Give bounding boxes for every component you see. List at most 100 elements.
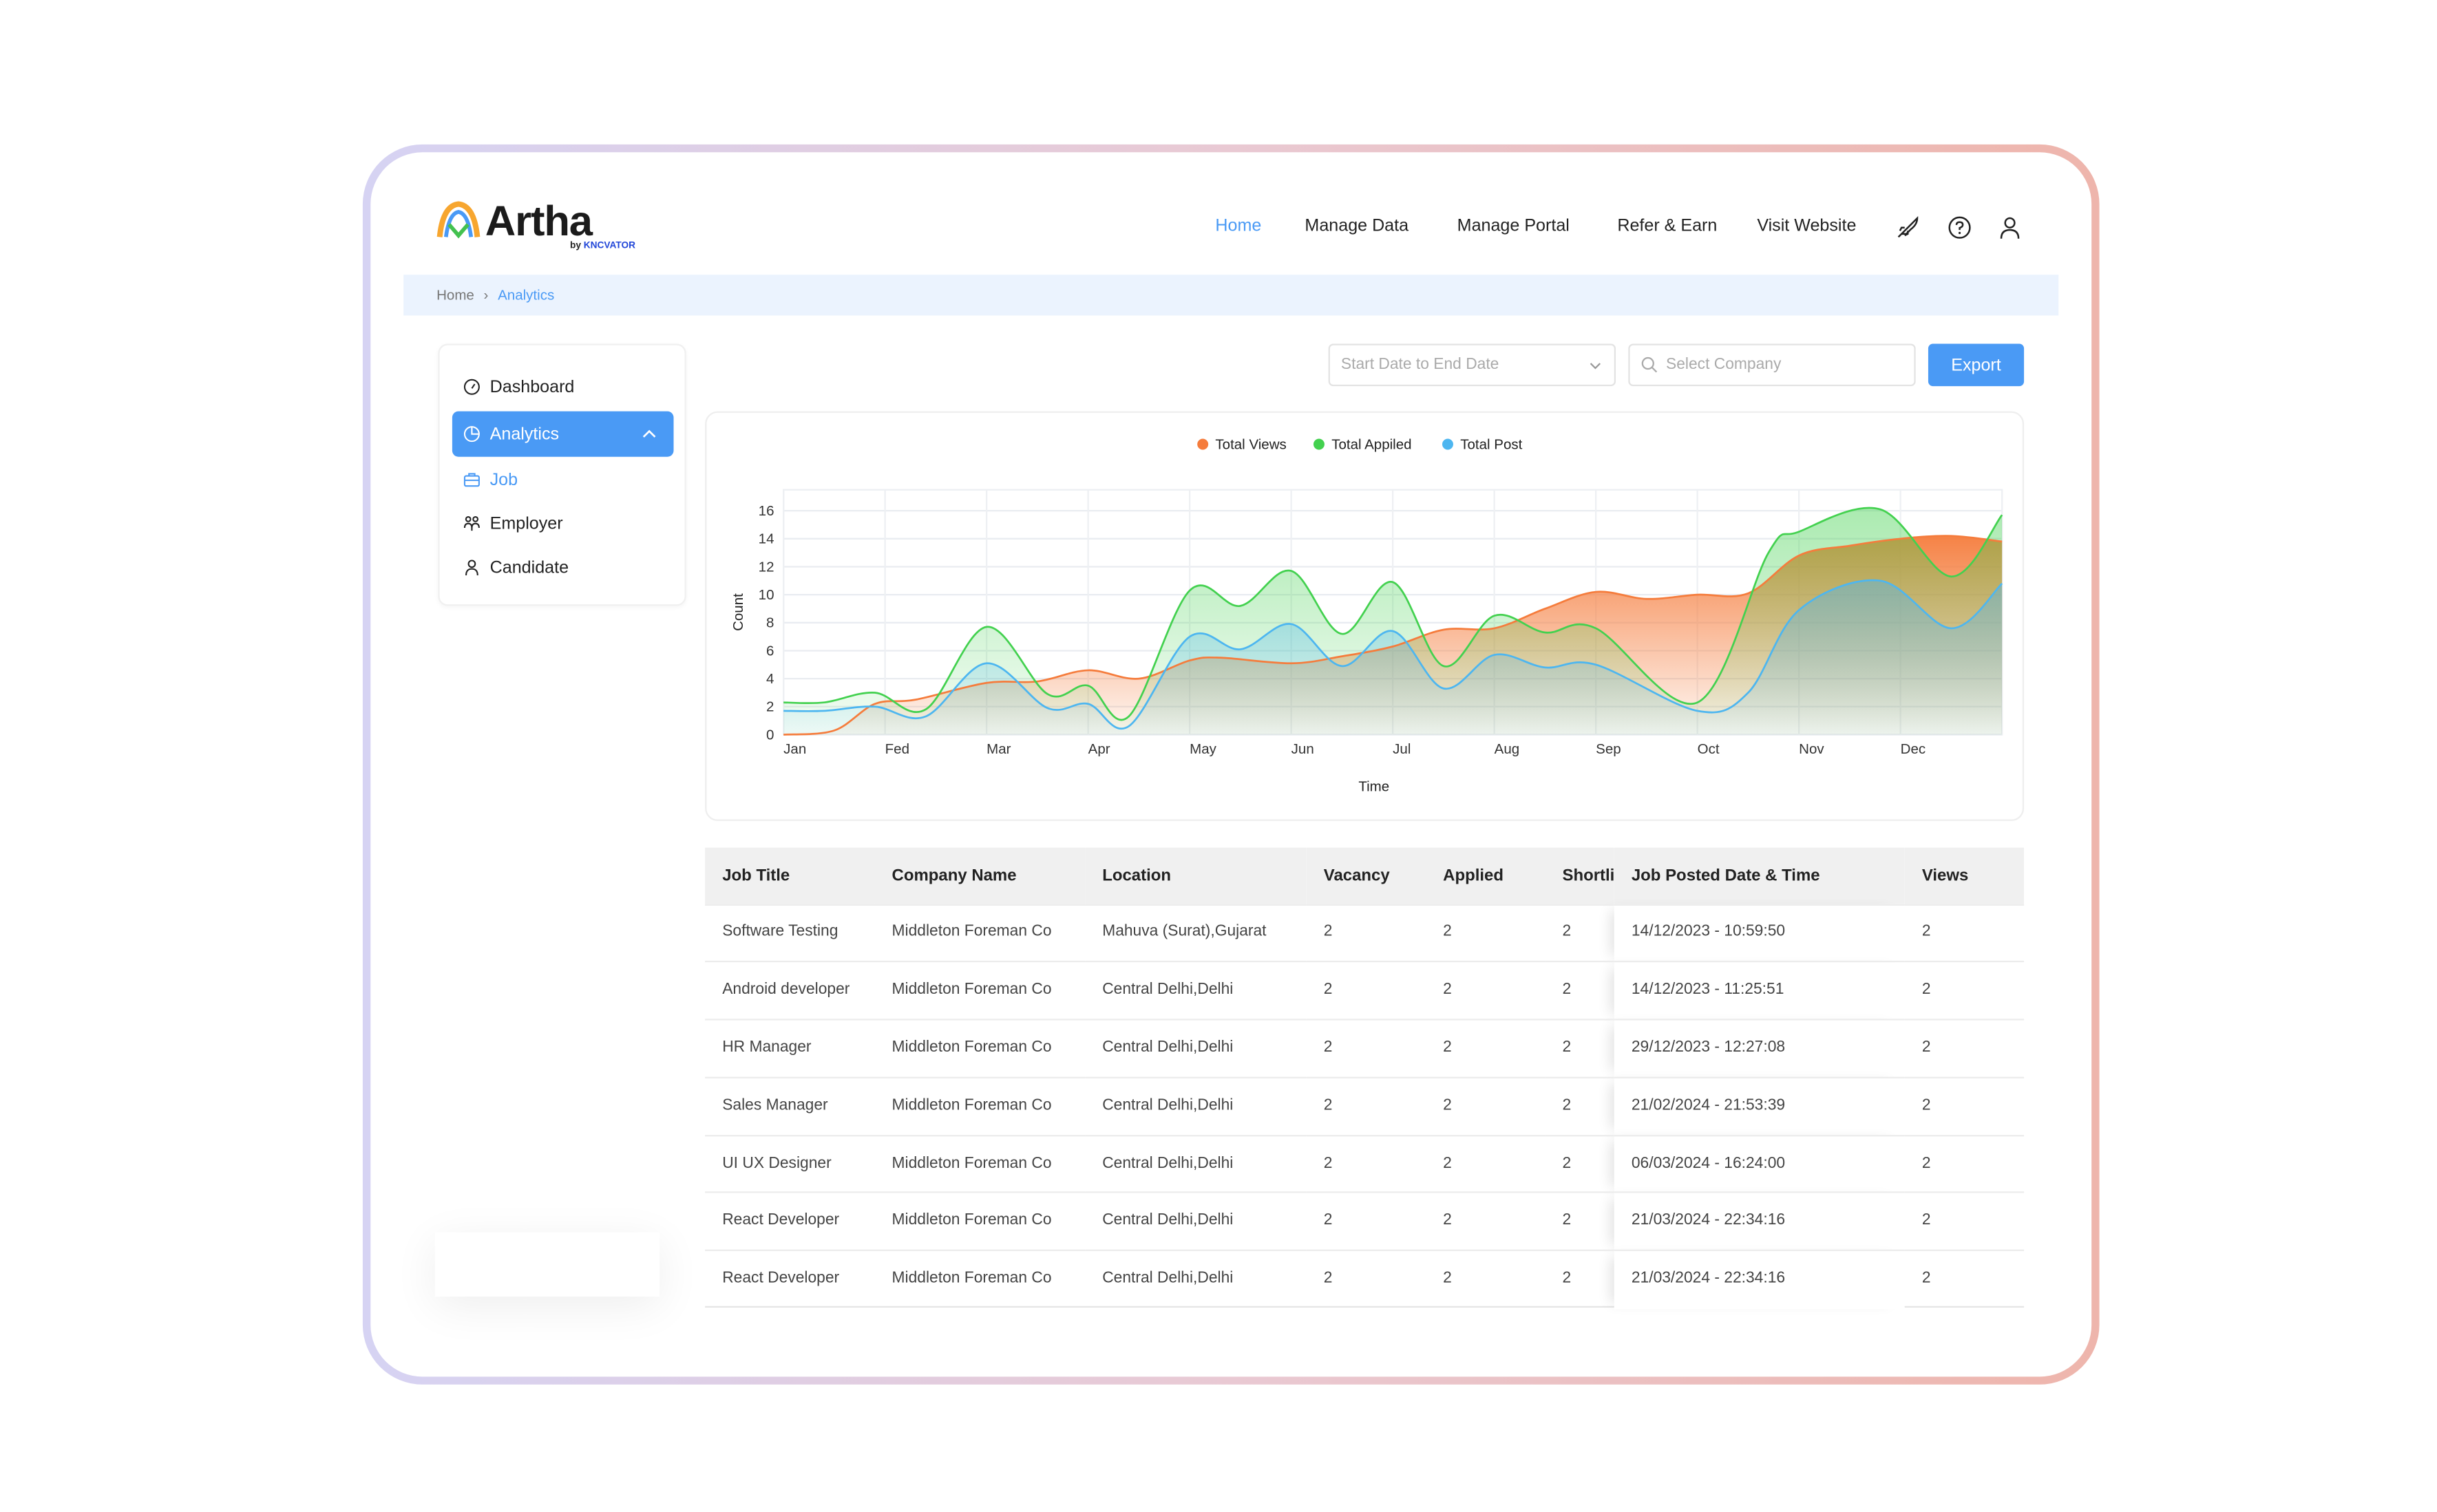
- y-tick-label: 4: [766, 671, 774, 687]
- table-row[interactable]: Android developerMiddleton Foreman CoCen…: [705, 962, 2024, 1020]
- column-header[interactable]: Job Title: [705, 848, 874, 904]
- table-cell: 2: [1307, 904, 1426, 962]
- rocket-icon[interactable]: [1895, 215, 1920, 239]
- column-header[interactable]: Job Posted Date & Time: [1614, 848, 1905, 904]
- y-tick-label: 0: [766, 727, 774, 743]
- table-cell: 2: [1905, 1136, 2024, 1193]
- table-cell: Sales Manager: [705, 1078, 874, 1136]
- table-cell: 06/03/2024 - 16:24:00: [1614, 1136, 1905, 1193]
- help-icon[interactable]: [1947, 215, 1972, 239]
- nav-visit-website[interactable]: Visit Website: [1757, 217, 1856, 235]
- table-cell: 2: [1905, 1250, 2024, 1308]
- search-icon: [1641, 356, 1658, 374]
- x-tick-label: Dec: [1901, 741, 1926, 757]
- briefcase-icon: [463, 471, 481, 488]
- table-cell: React Developer: [705, 1193, 874, 1250]
- sidebar-item-dashboard[interactable]: Dashboard: [452, 364, 674, 409]
- table-cell: Middleton Foreman Co: [874, 1136, 1085, 1193]
- table-cell: Mahuva (Surat),Gujarat: [1085, 904, 1307, 962]
- table-row[interactable]: HR ManagerMiddleton Foreman CoCentral De…: [705, 1020, 2024, 1078]
- breadcrumb-current: Analytics: [498, 287, 554, 303]
- y-tick-label: 12: [759, 559, 774, 575]
- table-row[interactable]: Software TestingMiddleton Foreman CoMahu…: [705, 904, 2024, 962]
- legend-label[interactable]: Total Post: [1460, 436, 1522, 452]
- nav-home[interactable]: Home: [1215, 217, 1261, 235]
- sidebar-item-employer[interactable]: Employer: [452, 501, 674, 546]
- logo-icon: [436, 200, 481, 240]
- x-tick-label: Jul: [1393, 741, 1411, 757]
- table-cell: 2: [1545, 904, 1614, 962]
- x-tick-label: Oct: [1698, 741, 1720, 757]
- table-cell: Central Delhi,Delhi: [1085, 1078, 1307, 1136]
- nav-manage-data[interactable]: Manage Data: [1305, 217, 1409, 235]
- sidebar-item-candidate[interactable]: Candidate: [452, 544, 674, 590]
- table-cell: HR Manager: [705, 1020, 874, 1078]
- sidebar-item-analytics[interactable]: Analytics: [452, 412, 674, 457]
- table-cell: 2: [1905, 1193, 2024, 1250]
- nav-refer-earn[interactable]: Refer & Earn: [1617, 217, 1717, 235]
- y-tick-label: 10: [759, 587, 774, 603]
- y-tick-label: 6: [766, 643, 774, 659]
- sidebar: Dashboard Analytics Job Employer Candida…: [438, 344, 686, 606]
- table-cell: Central Delhi,Delhi: [1085, 1250, 1307, 1308]
- table-cell: 2: [1426, 1020, 1545, 1078]
- legend-marker: [1314, 439, 1325, 450]
- table-cell: 2: [1426, 1193, 1545, 1250]
- user-icon[interactable]: [1997, 215, 2022, 239]
- user-icon: [463, 559, 481, 576]
- table-cell: Middleton Foreman Co: [874, 1020, 1085, 1078]
- table-row[interactable]: Sales ManagerMiddleton Foreman CoCentral…: [705, 1078, 2024, 1136]
- breadcrumb-home[interactable]: Home: [436, 287, 474, 303]
- date-range-select[interactable]: Start Date to End Date: [1329, 344, 1616, 387]
- chevron-up-icon[interactable]: [641, 425, 658, 443]
- y-axis-label: Count: [730, 593, 746, 631]
- legend-marker: [1442, 439, 1453, 450]
- column-header[interactable]: Views: [1905, 848, 2024, 904]
- table-cell: 2: [1545, 1250, 1614, 1308]
- floating-panel: [435, 1233, 660, 1297]
- x-tick-label: Jun: [1291, 741, 1314, 757]
- y-tick-label: 2: [766, 699, 774, 715]
- table-cell: 21/03/2024 - 22:34:16: [1614, 1250, 1905, 1308]
- table-cell: 2: [1905, 962, 2024, 1020]
- table-cell: 2: [1545, 1193, 1614, 1250]
- x-tick-label: Sep: [1596, 741, 1621, 757]
- table-cell: 2: [1307, 1020, 1426, 1078]
- column-header[interactable]: Company Name: [874, 848, 1085, 904]
- column-header[interactable]: Shortli: [1545, 848, 1614, 904]
- table-cell: Software Testing: [705, 904, 874, 962]
- x-tick-label: Apr: [1088, 741, 1110, 757]
- nav-manage-portal[interactable]: Manage Portal: [1457, 217, 1570, 235]
- table-row[interactable]: React DeveloperMiddleton Foreman CoCentr…: [705, 1250, 2024, 1308]
- table-cell: 2: [1545, 962, 1614, 1020]
- jobs-table: Job TitleCompany NameLocationVacancyAppl…: [705, 848, 2024, 1308]
- export-button[interactable]: Export: [1928, 344, 2024, 387]
- table-cell: 2: [1307, 1078, 1426, 1136]
- column-header[interactable]: Applied: [1426, 848, 1545, 904]
- y-tick-label: 8: [766, 615, 774, 631]
- column-header[interactable]: Location: [1085, 848, 1307, 904]
- company-search-input[interactable]: Select Company: [1628, 344, 1915, 387]
- table-cell: 21/03/2024 - 22:34:16: [1614, 1193, 1905, 1250]
- table-cell: 2: [1307, 962, 1426, 1020]
- table-cell: Middleton Foreman Co: [874, 962, 1085, 1020]
- sidebar-item-job[interactable]: Job: [452, 457, 674, 502]
- logo[interactable]: Artha by KNCVATOR: [436, 200, 592, 244]
- legend-label[interactable]: Total Appiled: [1331, 436, 1411, 452]
- analytics-chart: 0246810121416JanFedMarAprMayJunJulAugSep…: [706, 413, 2025, 822]
- table-cell: 2: [1426, 1250, 1545, 1308]
- table-row[interactable]: React DeveloperMiddleton Foreman CoCentr…: [705, 1193, 2024, 1250]
- table-cell: 2: [1307, 1136, 1426, 1193]
- table-cell: 2: [1545, 1020, 1614, 1078]
- table-cell: 2: [1426, 904, 1545, 962]
- table-cell: 2: [1426, 962, 1545, 1020]
- table-cell: 2: [1905, 904, 2024, 962]
- column-header[interactable]: Vacancy: [1307, 848, 1426, 904]
- y-tick-label: 14: [759, 531, 774, 547]
- x-tick-label: Jan: [783, 741, 806, 757]
- table-cell: Middleton Foreman Co: [874, 1193, 1085, 1250]
- table-row[interactable]: UI UX DesignerMiddleton Foreman CoCentra…: [705, 1136, 2024, 1193]
- legend-label[interactable]: Total Views: [1215, 436, 1286, 452]
- chevron-down-icon: [1587, 357, 1603, 373]
- table-cell: 2: [1545, 1078, 1614, 1136]
